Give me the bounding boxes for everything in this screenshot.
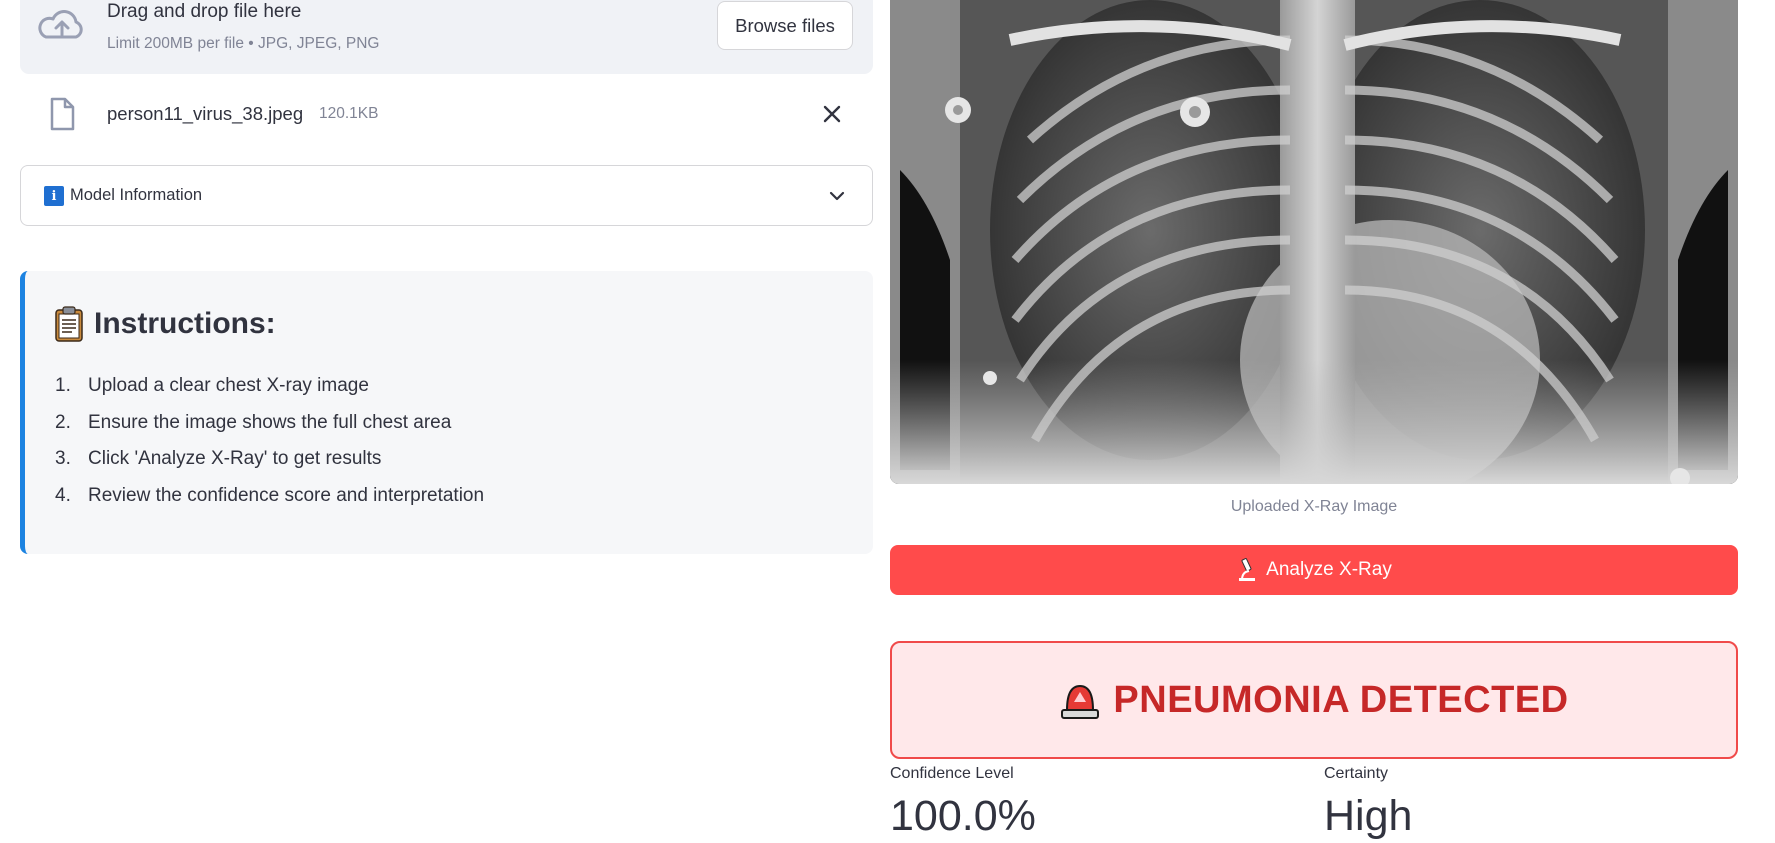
image-caption: Uploaded X-Ray Image	[1230, 498, 1398, 515]
list-item: 1. Upload a clear chest X-ray image	[55, 368, 484, 405]
list-item-text: Click 'Analyze X-Ray' to get results	[88, 448, 382, 470]
instructions-heading: Instructions:	[54, 306, 276, 342]
list-item-text: Ensure the image shows the full chest ar…	[88, 411, 452, 433]
info-icon: i	[44, 186, 64, 206]
list-item: 3. Click 'Analyze X-Ray' to get results	[55, 441, 484, 478]
uploaded-file-size: 120.1KB	[319, 105, 379, 122]
model-information-expander[interactable]: i Model Information	[20, 165, 873, 226]
microscope-icon	[1239, 558, 1256, 581]
browse-files-button[interactable]: Browse files	[717, 1, 853, 50]
file-icon	[50, 97, 75, 131]
instructions-panel: Instructions: 1. Upload a clear chest X-r…	[20, 271, 873, 554]
confidence-value: 100.0%	[890, 792, 1036, 840]
instructions-title: Instructions:	[94, 307, 276, 340]
list-item-number: 2.	[55, 411, 71, 433]
xray-image	[890, 0, 1738, 484]
list-item-text: Review the confidence score and interpre…	[88, 484, 485, 506]
list-item-text: Upload a clear chest X-ray image	[88, 375, 369, 397]
app-page: Drag and drop file here Limit 200MB per …	[0, 0, 1775, 843]
instructions-list: 1. Upload a clear chest X-ray image 2. Ens…	[55, 368, 484, 514]
list-item-number: 3.	[55, 448, 71, 470]
file-dropzone[interactable]: Drag and drop file here Limit 200MB per …	[20, 0, 873, 74]
analyze-xray-button[interactable]: Analyze X-Ray	[890, 545, 1738, 595]
list-item: 2. Ensure the image shows the full chest …	[55, 405, 484, 442]
result-banner: PNEUMONIA DETECTED	[890, 641, 1738, 759]
confidence-metric: Confidence Level 100.0%	[890, 765, 1036, 841]
dropzone-title: Drag and drop file here	[107, 1, 302, 22]
dropzone-limit-text: Limit 200MB per file • JPG, JPEG, PNG	[107, 35, 380, 52]
list-item-number: 1.	[55, 375, 71, 397]
certainty-label: Certainty	[1324, 765, 1389, 782]
siren-icon	[1061, 684, 1100, 719]
chevron-down-icon[interactable]	[827, 186, 847, 206]
list-item: 4. Review the confidence score and interp…	[55, 478, 484, 515]
clipboard-icon	[55, 306, 83, 342]
uploaded-file-name: person11_virus_38.jpeg	[107, 103, 304, 124]
remove-file-icon[interactable]	[822, 104, 842, 124]
analyze-button-label: Analyze X-Ray	[1266, 559, 1392, 580]
certainty-metric: Certainty High	[1324, 765, 1412, 841]
result-text: PNEUMONIA DETECTED	[1113, 678, 1569, 721]
confidence-label: Confidence Level	[890, 765, 1014, 782]
expander-label: Model Information	[70, 186, 203, 204]
list-item-number: 4.	[55, 484, 71, 506]
uploaded-file-row: person11_virus_38.jpeg 120.1KB	[20, 92, 873, 138]
chest-xray-illustration	[890, 0, 1738, 484]
cloud-upload-icon	[38, 10, 83, 39]
certainty-value: High	[1324, 792, 1413, 840]
